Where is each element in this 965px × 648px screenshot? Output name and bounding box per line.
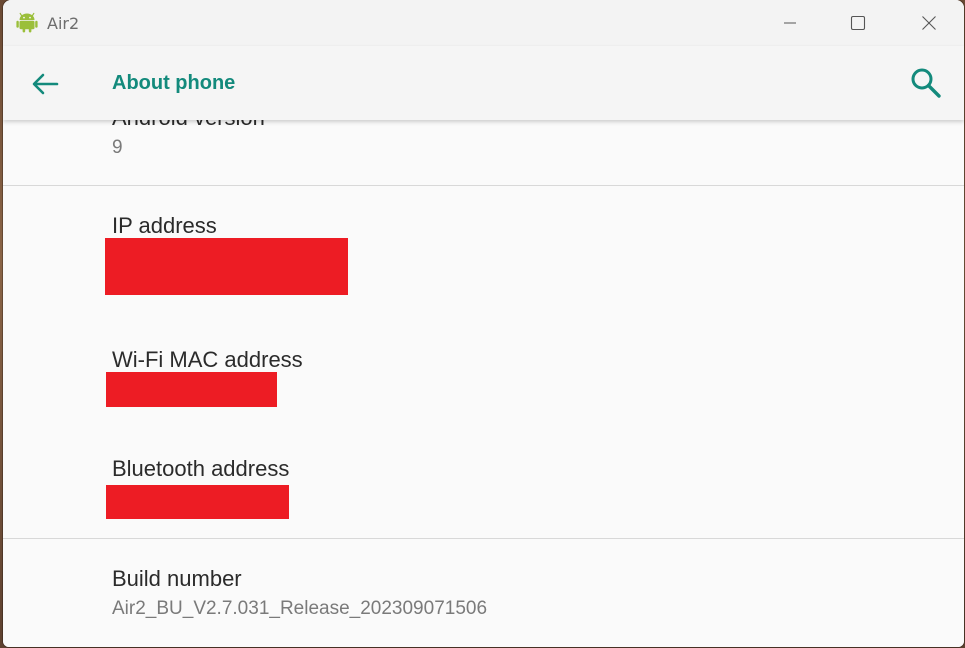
close-button[interactable]: [894, 0, 964, 46]
redaction-block: [106, 372, 277, 407]
close-icon: [922, 16, 936, 30]
pref-title: IP address: [112, 213, 217, 238]
pref-title: Android version: [112, 120, 265, 131]
pref-bluetooth-address[interactable]: Bluetooth address: [112, 456, 289, 482]
pref-title: Build number: [112, 566, 242, 591]
divider: [3, 185, 964, 186]
android-icon: [16, 12, 38, 33]
app-window: Air2 About phone And: [3, 0, 964, 647]
maximize-icon: [850, 15, 866, 31]
pref-build-number[interactable]: Build number Air2_BU_V2.7.031_Release_20…: [112, 566, 487, 620]
search-icon[interactable]: [909, 66, 943, 100]
divider: [3, 538, 964, 539]
pref-summary: Air2_BU_V2.7.031_Release_202309071506: [112, 598, 488, 619]
window-title: Air2: [47, 14, 80, 33]
title-bar[interactable]: Air2: [3, 0, 964, 46]
minimize-icon: [784, 22, 796, 24]
maximize-button[interactable]: [823, 0, 893, 46]
minimize-button[interactable]: [755, 0, 825, 46]
arrow-left-icon[interactable]: [29, 68, 61, 100]
redaction-block: [105, 238, 348, 295]
pref-title: Wi-Fi MAC address: [112, 347, 303, 372]
pref-wifi-mac-address[interactable]: Wi-Fi MAC address: [112, 347, 303, 373]
preference-list[interactable]: Android version 9 IP address Wi-Fi MAC a…: [3, 120, 964, 647]
page-title: About phone: [112, 72, 236, 94]
pref-android-version[interactable]: Android version 9: [112, 120, 265, 159]
pref-title: Bluetooth address: [112, 456, 290, 481]
pref-ip-address[interactable]: IP address: [112, 213, 217, 239]
redaction-block: [106, 485, 289, 519]
pref-summary: 9: [112, 137, 123, 158]
app-bar: About phone: [3, 46, 964, 120]
